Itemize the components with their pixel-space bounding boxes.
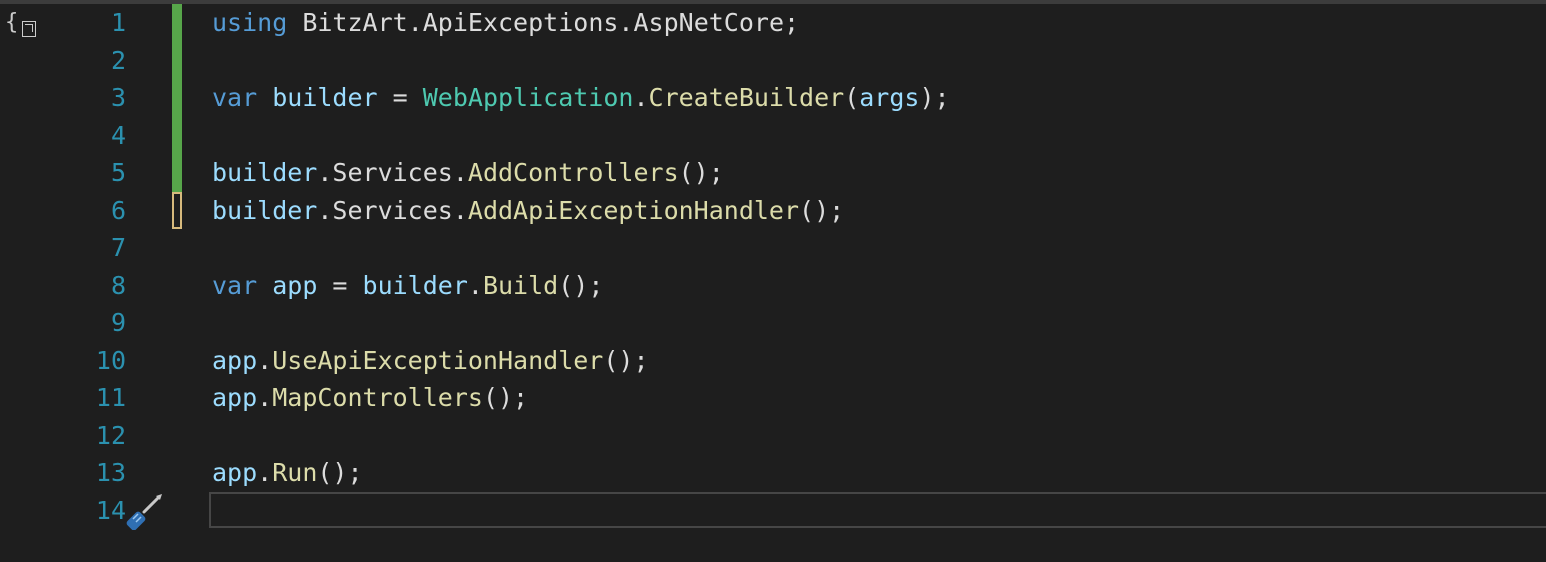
saved-change-marker	[172, 4, 182, 42]
code-token: .	[257, 458, 273, 487]
code-text: app.UseApiExceptionHandler();	[212, 342, 649, 380]
saved-change-marker	[172, 116, 182, 154]
unsaved-change-marker	[172, 191, 182, 229]
code-token: WebApplication	[422, 83, 634, 112]
code-line[interactable]: 1 using BitzArt.ApiExceptions.AspNetCore;	[0, 4, 1546, 42]
line-number: 13	[95, 458, 126, 487]
line-number: 12	[95, 420, 126, 450]
code-text: builder.Services.AddControllers();	[212, 154, 724, 192]
code-token: MapControllers	[272, 383, 483, 412]
code-line[interactable]: 9	[0, 304, 1546, 342]
code-token: app	[212, 345, 258, 375]
line-number: 5	[110, 158, 126, 187]
line-number: 10	[95, 345, 126, 375]
current-line-highlight[interactable]	[209, 492, 1546, 528]
code-line[interactable]: 10 app.UseApiExceptionHandler();	[0, 342, 1546, 380]
code-token: app	[272, 270, 318, 300]
line-number: 8	[110, 270, 126, 300]
code-token: .	[452, 158, 468, 187]
code-token: app	[212, 383, 258, 412]
code-text: using BitzArt.ApiExceptions.AspNetCore;	[212, 4, 799, 42]
code-token: using	[212, 8, 288, 37]
code-token: ();	[317, 458, 363, 487]
code-token: args	[859, 83, 920, 112]
code-editor[interactable]: { 1 using BitzArt.ApiExceptions.AspNetCor…	[0, 4, 1546, 562]
saved-change-marker	[172, 79, 182, 117]
line-number: 1	[110, 8, 126, 37]
code-token: Run	[272, 458, 318, 487]
code-line[interactable]: 2	[0, 41, 1546, 79]
code-token: ();	[603, 345, 649, 375]
code-text: app.MapControllers();	[212, 379, 528, 417]
code-token: var	[212, 270, 258, 300]
code-token: =	[377, 83, 423, 112]
code-token: var	[212, 83, 258, 112]
code-token: .	[257, 345, 273, 375]
code-line[interactable]: 8 var app = builder.Build();	[0, 267, 1546, 305]
line-number: 9	[110, 308, 126, 337]
code-token: ();	[799, 195, 845, 225]
code-token: ApiExceptions	[422, 8, 619, 37]
line-number: 11	[95, 383, 126, 412]
saved-change-marker	[172, 154, 182, 192]
code-token: Services	[332, 158, 453, 187]
code-token: builder	[212, 195, 318, 225]
code-token: .	[452, 195, 468, 225]
code-token: Services	[332, 195, 453, 225]
code-token: builder	[272, 83, 378, 112]
code-token: .	[407, 8, 423, 37]
code-token: .	[317, 158, 333, 187]
code-text: var app = builder.Build();	[212, 267, 603, 305]
code-token: ();	[678, 158, 724, 187]
code-token: AddControllers	[467, 158, 679, 187]
code-token: ();	[482, 383, 529, 412]
code-token: UseApiExceptionHandler	[272, 345, 604, 375]
line-number: 3	[110, 83, 126, 112]
code-line[interactable]: 6 builder.Services.AddApiExceptionHandler…	[0, 191, 1546, 230]
code-token: ;	[784, 8, 800, 37]
code-text: var builder = WebApplication.CreateBuild…	[212, 79, 950, 117]
code-token: CreateBuilder	[648, 83, 845, 112]
code-line[interactable]: 12	[0, 417, 1546, 455]
code-line[interactable]: 4	[0, 116, 1546, 154]
line-number: 14	[95, 495, 126, 525]
line-number: 7	[110, 233, 126, 262]
code-token: =	[317, 270, 363, 300]
code-token: Build	[482, 270, 559, 300]
code-token: );	[919, 83, 950, 112]
code-text: app.Run();	[212, 454, 363, 492]
code-line[interactable]: 11 app.MapControllers();	[0, 379, 1546, 417]
code-token: .	[257, 383, 273, 412]
code-line[interactable]: 13 app.Run();	[0, 454, 1546, 492]
code-line[interactable]: 7	[0, 229, 1546, 267]
line-number: 4	[110, 120, 126, 150]
code-token: .	[467, 270, 483, 300]
line-number: 2	[110, 45, 126, 75]
code-token: AspNetCore	[633, 8, 784, 37]
code-token: BitzArt	[287, 8, 408, 37]
code-token: (	[844, 83, 860, 112]
code-token: builder	[362, 270, 468, 300]
code-line[interactable]: 3 var builder = WebApplication.CreateBuil…	[0, 79, 1546, 117]
code-token: .	[633, 83, 649, 112]
code-token: .	[317, 195, 333, 225]
line-number: 6	[110, 195, 126, 225]
code-text: builder.Services.AddApiExceptionHandler(…	[212, 192, 844, 230]
code-token: ();	[558, 270, 604, 300]
code-token: app	[212, 458, 258, 487]
saved-change-marker	[172, 41, 182, 79]
code-line[interactable]: 5 builder.Services.AddControllers();	[0, 154, 1546, 192]
code-token: .	[618, 8, 634, 37]
code-token: AddApiExceptionHandler	[467, 195, 800, 225]
screwdriver-shape	[126, 494, 162, 530]
code-token: builder	[212, 158, 318, 187]
screwdriver-icon[interactable]	[126, 492, 164, 530]
